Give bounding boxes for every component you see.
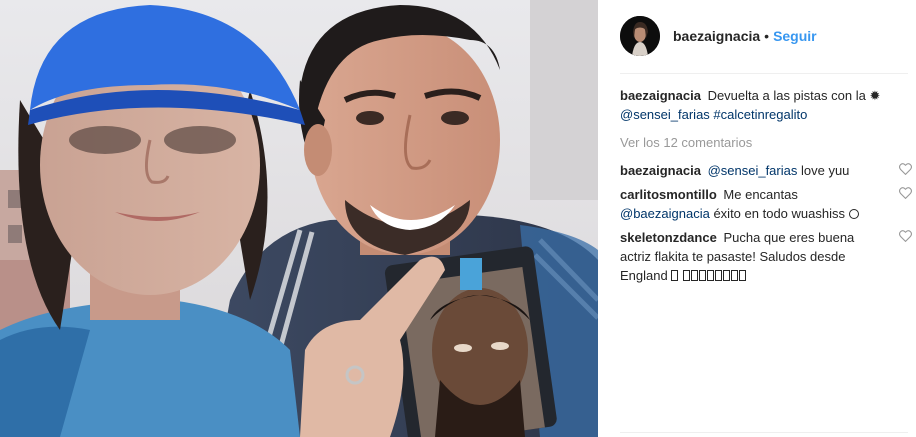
- comment-item: carlitosmontillo Me encantas @baezaignac…: [620, 185, 912, 223]
- comment-username[interactable]: baezaignacia: [620, 163, 701, 178]
- comment-body: skeletonzdance Pucha que eres buena actr…: [620, 228, 872, 285]
- missing-glyph-icon: [738, 270, 746, 281]
- view-all-comments-link[interactable]: Ver los 12 comentarios: [620, 133, 912, 152]
- comment-text-after: éxito en todo wuashiss: [713, 206, 845, 221]
- comments-section: baezaignacia Devuelta a las pistas con l…: [620, 86, 912, 290]
- post-header: baezaignacia • Seguir: [598, 0, 914, 72]
- follow-button[interactable]: Seguir: [773, 28, 817, 44]
- caption-mention[interactable]: @sensei_farias: [620, 107, 710, 122]
- post-side-panel: baezaignacia • Seguir baezaignacia Devue…: [598, 0, 916, 437]
- missing-glyph-icon: [714, 270, 722, 281]
- post-caption: baezaignacia Devuelta a las pistas con l…: [620, 86, 888, 124]
- separator-dot: •: [764, 28, 770, 44]
- missing-glyph-icon: [722, 270, 730, 281]
- comment-username[interactable]: carlitosmontillo: [620, 187, 717, 202]
- missing-glyph-icon: [690, 270, 698, 281]
- author-username[interactable]: baezaignacia: [673, 28, 760, 44]
- comment-body: carlitosmontillo Me encantas @baezaignac…: [620, 185, 872, 223]
- comment-mention[interactable]: @sensei_farias: [708, 163, 798, 178]
- comment-mention[interactable]: @baezaignacia: [620, 206, 710, 221]
- comment-text: love yuu: [800, 163, 850, 178]
- missing-glyph-icon: [682, 270, 690, 281]
- emoji-boxes: [671, 268, 747, 283]
- header-divider: [620, 73, 908, 74]
- missing-glyph-icon: [671, 270, 679, 281]
- comment-body: baezaignacia @sensei_farias love yuu: [620, 161, 872, 180]
- comment-username[interactable]: skeletonzdance: [620, 230, 717, 245]
- missing-glyph-icon: [698, 270, 706, 281]
- comment-text: Me encantas: [723, 187, 798, 202]
- like-comment-heart-icon[interactable]: [899, 163, 912, 175]
- instagram-post: baezaignacia • Seguir baezaignacia Devue…: [0, 0, 916, 437]
- comment-item: skeletonzdance Pucha que eres buena actr…: [620, 228, 912, 285]
- post-photo[interactable]: [0, 0, 598, 437]
- like-comment-heart-icon[interactable]: [899, 187, 912, 199]
- caption-username[interactable]: baezaignacia: [620, 88, 701, 103]
- caption-text: Devuelta a las pistas con la: [707, 88, 866, 103]
- avatar[interactable]: [620, 16, 660, 56]
- comment-item: baezaignacia @sensei_farias love yuu: [620, 161, 912, 180]
- like-comment-heart-icon[interactable]: [899, 230, 912, 242]
- missing-glyph-icon: [706, 270, 714, 281]
- caption-hashtag[interactable]: #calcetinregalito: [713, 107, 807, 122]
- footer-divider: [620, 432, 908, 433]
- selfie-image: [0, 0, 598, 437]
- star-emoji-icon: ✹: [869, 88, 881, 103]
- avatar-image: [620, 16, 660, 56]
- missing-glyph-icon: [730, 270, 738, 281]
- face-emoji-icon: [848, 209, 859, 219]
